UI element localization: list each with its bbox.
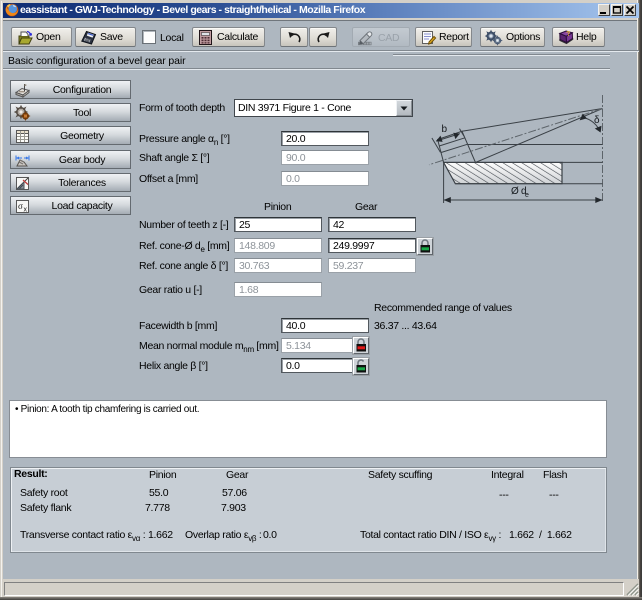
- svg-text:e: e: [525, 192, 529, 199]
- svg-text:b: b: [442, 124, 448, 135]
- svg-text:δ: δ: [594, 115, 600, 126]
- svg-text:σ: σ: [18, 201, 23, 211]
- svg-text:Ø d: Ø d: [511, 186, 526, 197]
